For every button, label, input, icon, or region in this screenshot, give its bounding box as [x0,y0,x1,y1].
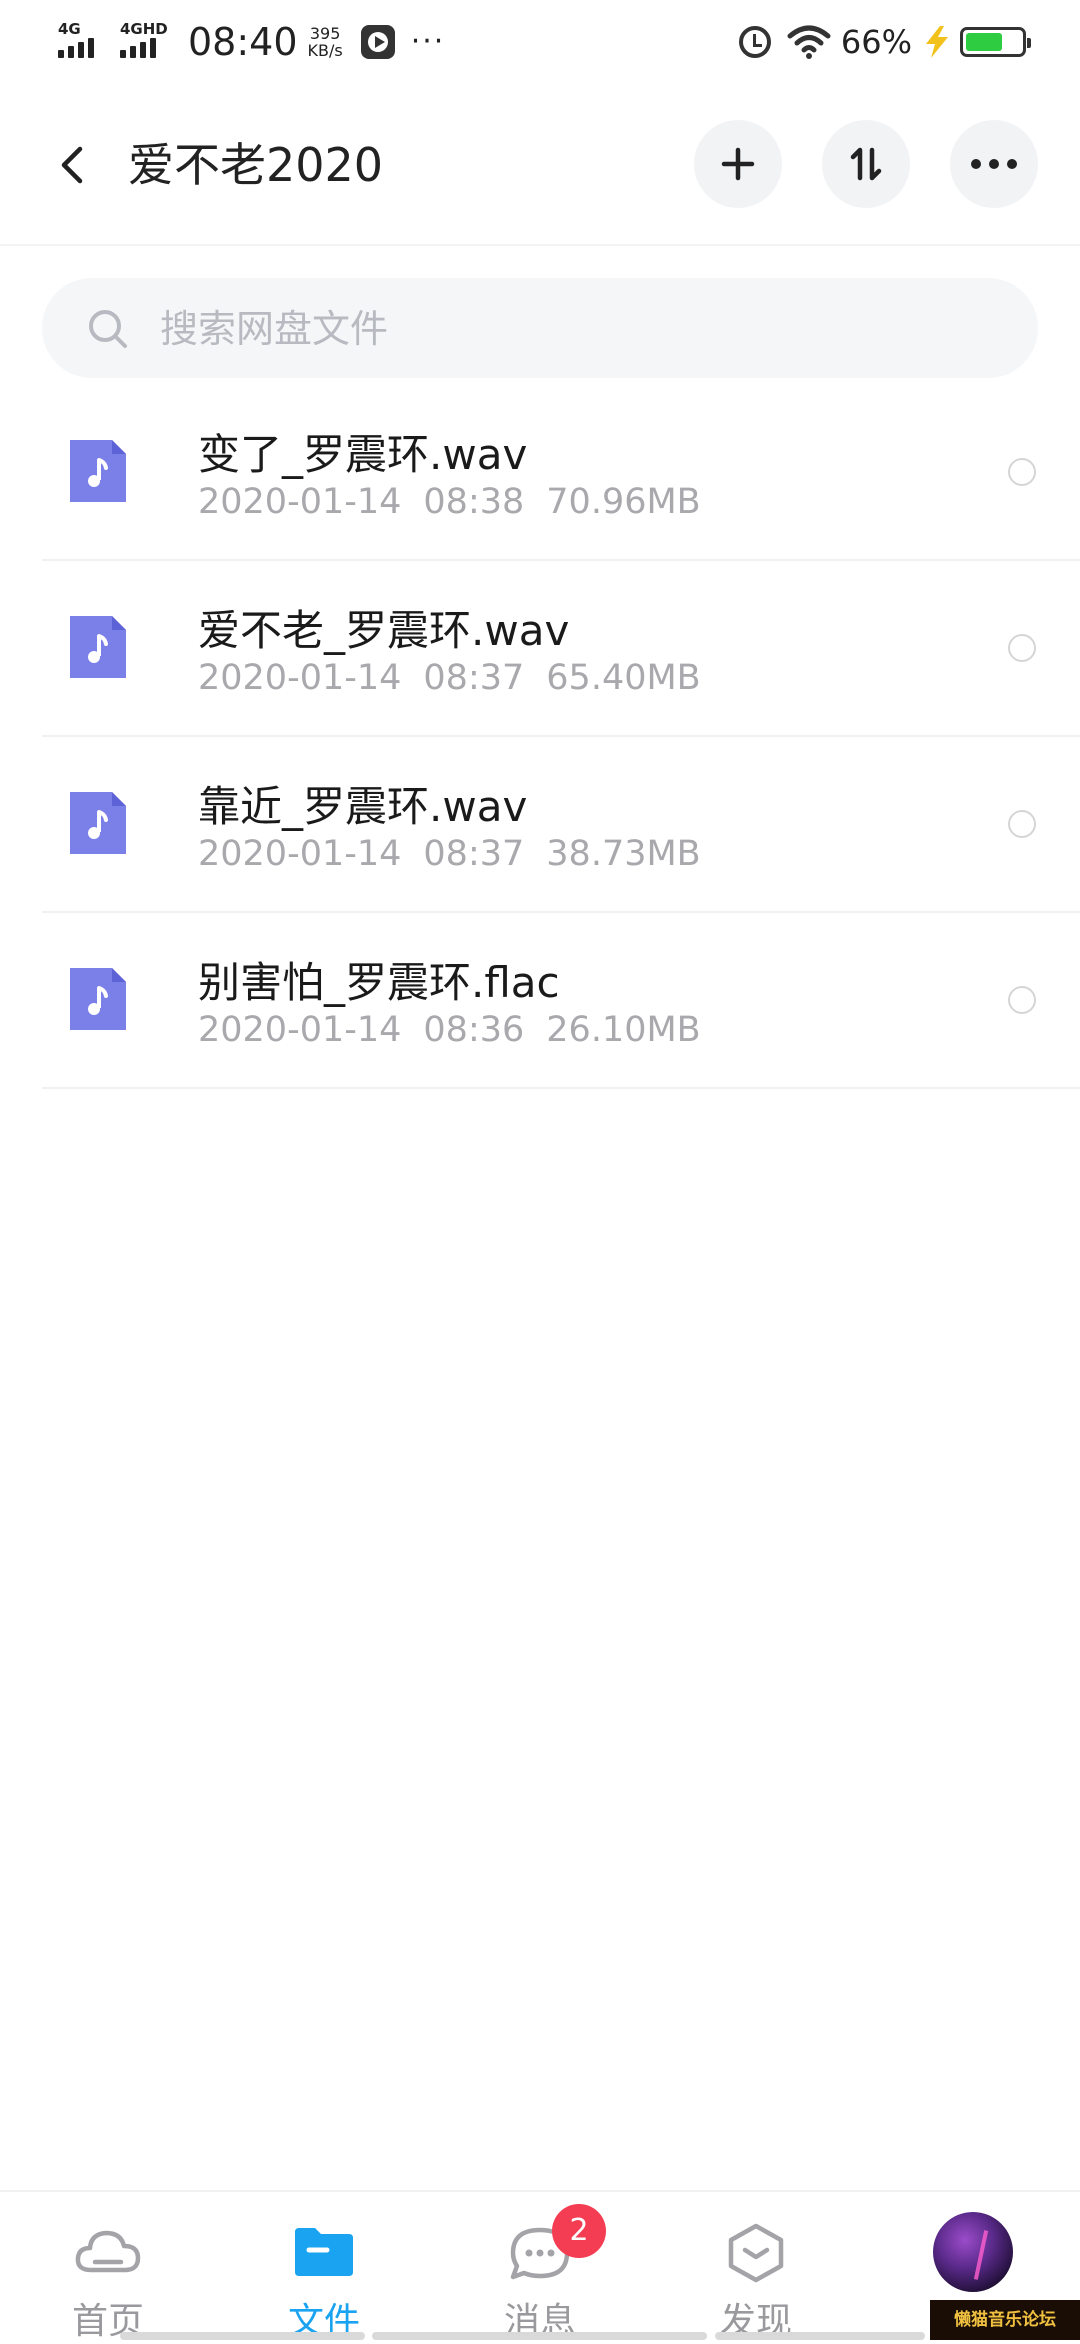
sort-button[interactable] [822,120,910,208]
file-name: 别害怕_罗震环.flac [198,958,560,1007]
file-date: 2020-01-14 [198,482,402,522]
gesture-bar [372,2332,707,2340]
battery-fill [966,33,1002,51]
file-meta: 2020-01-14 08:38 70.96MB [198,482,723,522]
signal-icon: 4GHD [120,20,172,64]
audio-file-icon [70,792,126,854]
file-time: 08:37 [423,834,525,874]
search-bar[interactable] [42,278,1038,378]
nav-discover[interactable]: 发现 [666,2192,846,2342]
bottom-nav: 首页 文件 2 消息 发现 [0,2190,1080,2342]
file-name: 变了_罗震环.wav [198,430,528,479]
header-divider [0,244,1080,246]
speed-unit: KB/s [307,41,343,60]
search-input[interactable] [158,300,982,358]
status-right: 66% [738,23,1031,61]
file-name: 靠近_罗震环.wav [198,782,528,831]
back-icon[interactable] [50,141,98,189]
avatar[interactable] [933,2212,1013,2292]
file-date: 2020-01-14 [198,834,402,874]
nav-messages[interactable]: 2 消息 [450,2192,630,2342]
network-speed: 395 KB/s [308,25,343,59]
network-type-label: 4GHD [120,20,168,38]
file-meta: 2020-01-14 08:36 26.10MB [198,1010,723,1050]
alarm-icon [738,26,771,58]
gesture-bar [120,2332,365,2340]
folder-icon [295,2228,353,2276]
discover-icon [728,2223,784,2283]
file-size: 70.96MB [546,482,701,522]
audio-file-icon [70,968,126,1030]
audio-file-icon [70,440,126,502]
file-time: 08:38 [423,482,525,522]
battery-icon [960,27,1031,57]
gesture-bar [715,2332,925,2340]
status-bar: 4G 4GHD 08:40 395 KB/s ··· 66% [0,0,1080,84]
select-radio[interactable] [1008,986,1036,1014]
charging-icon [926,26,948,58]
more-button[interactable] [950,120,1038,208]
page-title: 爱不老2020 [128,138,384,192]
select-radio[interactable] [1008,810,1036,838]
battery-percent: 66% [840,23,912,61]
clock: 08:40 [188,20,298,64]
file-name: 爱不老_罗震环.wav [198,606,570,655]
nav-files[interactable]: 文件 [234,2192,414,2342]
watermark: 懒猫音乐论坛 [930,2300,1080,2340]
file-row[interactable]: 爱不老_罗震环.wav 2020-01-14 08:37 65.40MB [0,561,1080,737]
file-row[interactable]: 变了_罗震环.wav 2020-01-14 08:38 70.96MB [0,385,1080,561]
select-radio[interactable] [1008,634,1036,662]
file-row[interactable]: 靠近_罗震环.wav 2020-01-14 08:37 38.73MB [0,737,1080,913]
network-type-label: 4G [58,20,81,38]
file-date: 2020-01-14 [198,1010,402,1050]
file-time: 08:36 [423,1010,525,1050]
file-meta: 2020-01-14 08:37 38.73MB [198,834,723,874]
header: 爱不老2020 [0,115,1080,215]
file-meta: 2020-01-14 08:37 65.40MB [198,658,723,698]
file-size: 26.10MB [546,1010,701,1050]
nav-home[interactable]: 首页 [18,2192,198,2342]
cloud-icon [75,2230,141,2273]
add-button[interactable] [694,120,782,208]
sort-icon [850,147,882,181]
search-icon [89,310,127,348]
file-size: 65.40MB [546,658,701,698]
signal-icon: 4G [58,20,110,64]
wifi-icon [787,25,831,59]
media-play-icon [360,25,395,59]
more-icon [971,159,1017,169]
plus-icon [721,147,755,181]
speed-value: 395 [309,24,341,43]
file-list: 变了_罗震环.wav 2020-01-14 08:38 70.96MB 爱不老_罗震… [0,385,1080,1089]
file-row[interactable]: 别害怕_罗震环.flac 2020-01-14 08:36 26.10MB [0,913,1080,1089]
file-date: 2020-01-14 [198,658,402,698]
file-size: 38.73MB [546,834,701,874]
unread-badge: 2 [552,2204,606,2258]
status-left: 4G 4GHD 08:40 395 KB/s ··· [58,20,445,64]
select-radio[interactable] [1008,458,1036,486]
audio-file-icon [70,616,126,678]
more-notifications-icon: ··· [410,24,446,59]
row-divider [42,1087,1080,1089]
file-time: 08:37 [423,658,525,698]
